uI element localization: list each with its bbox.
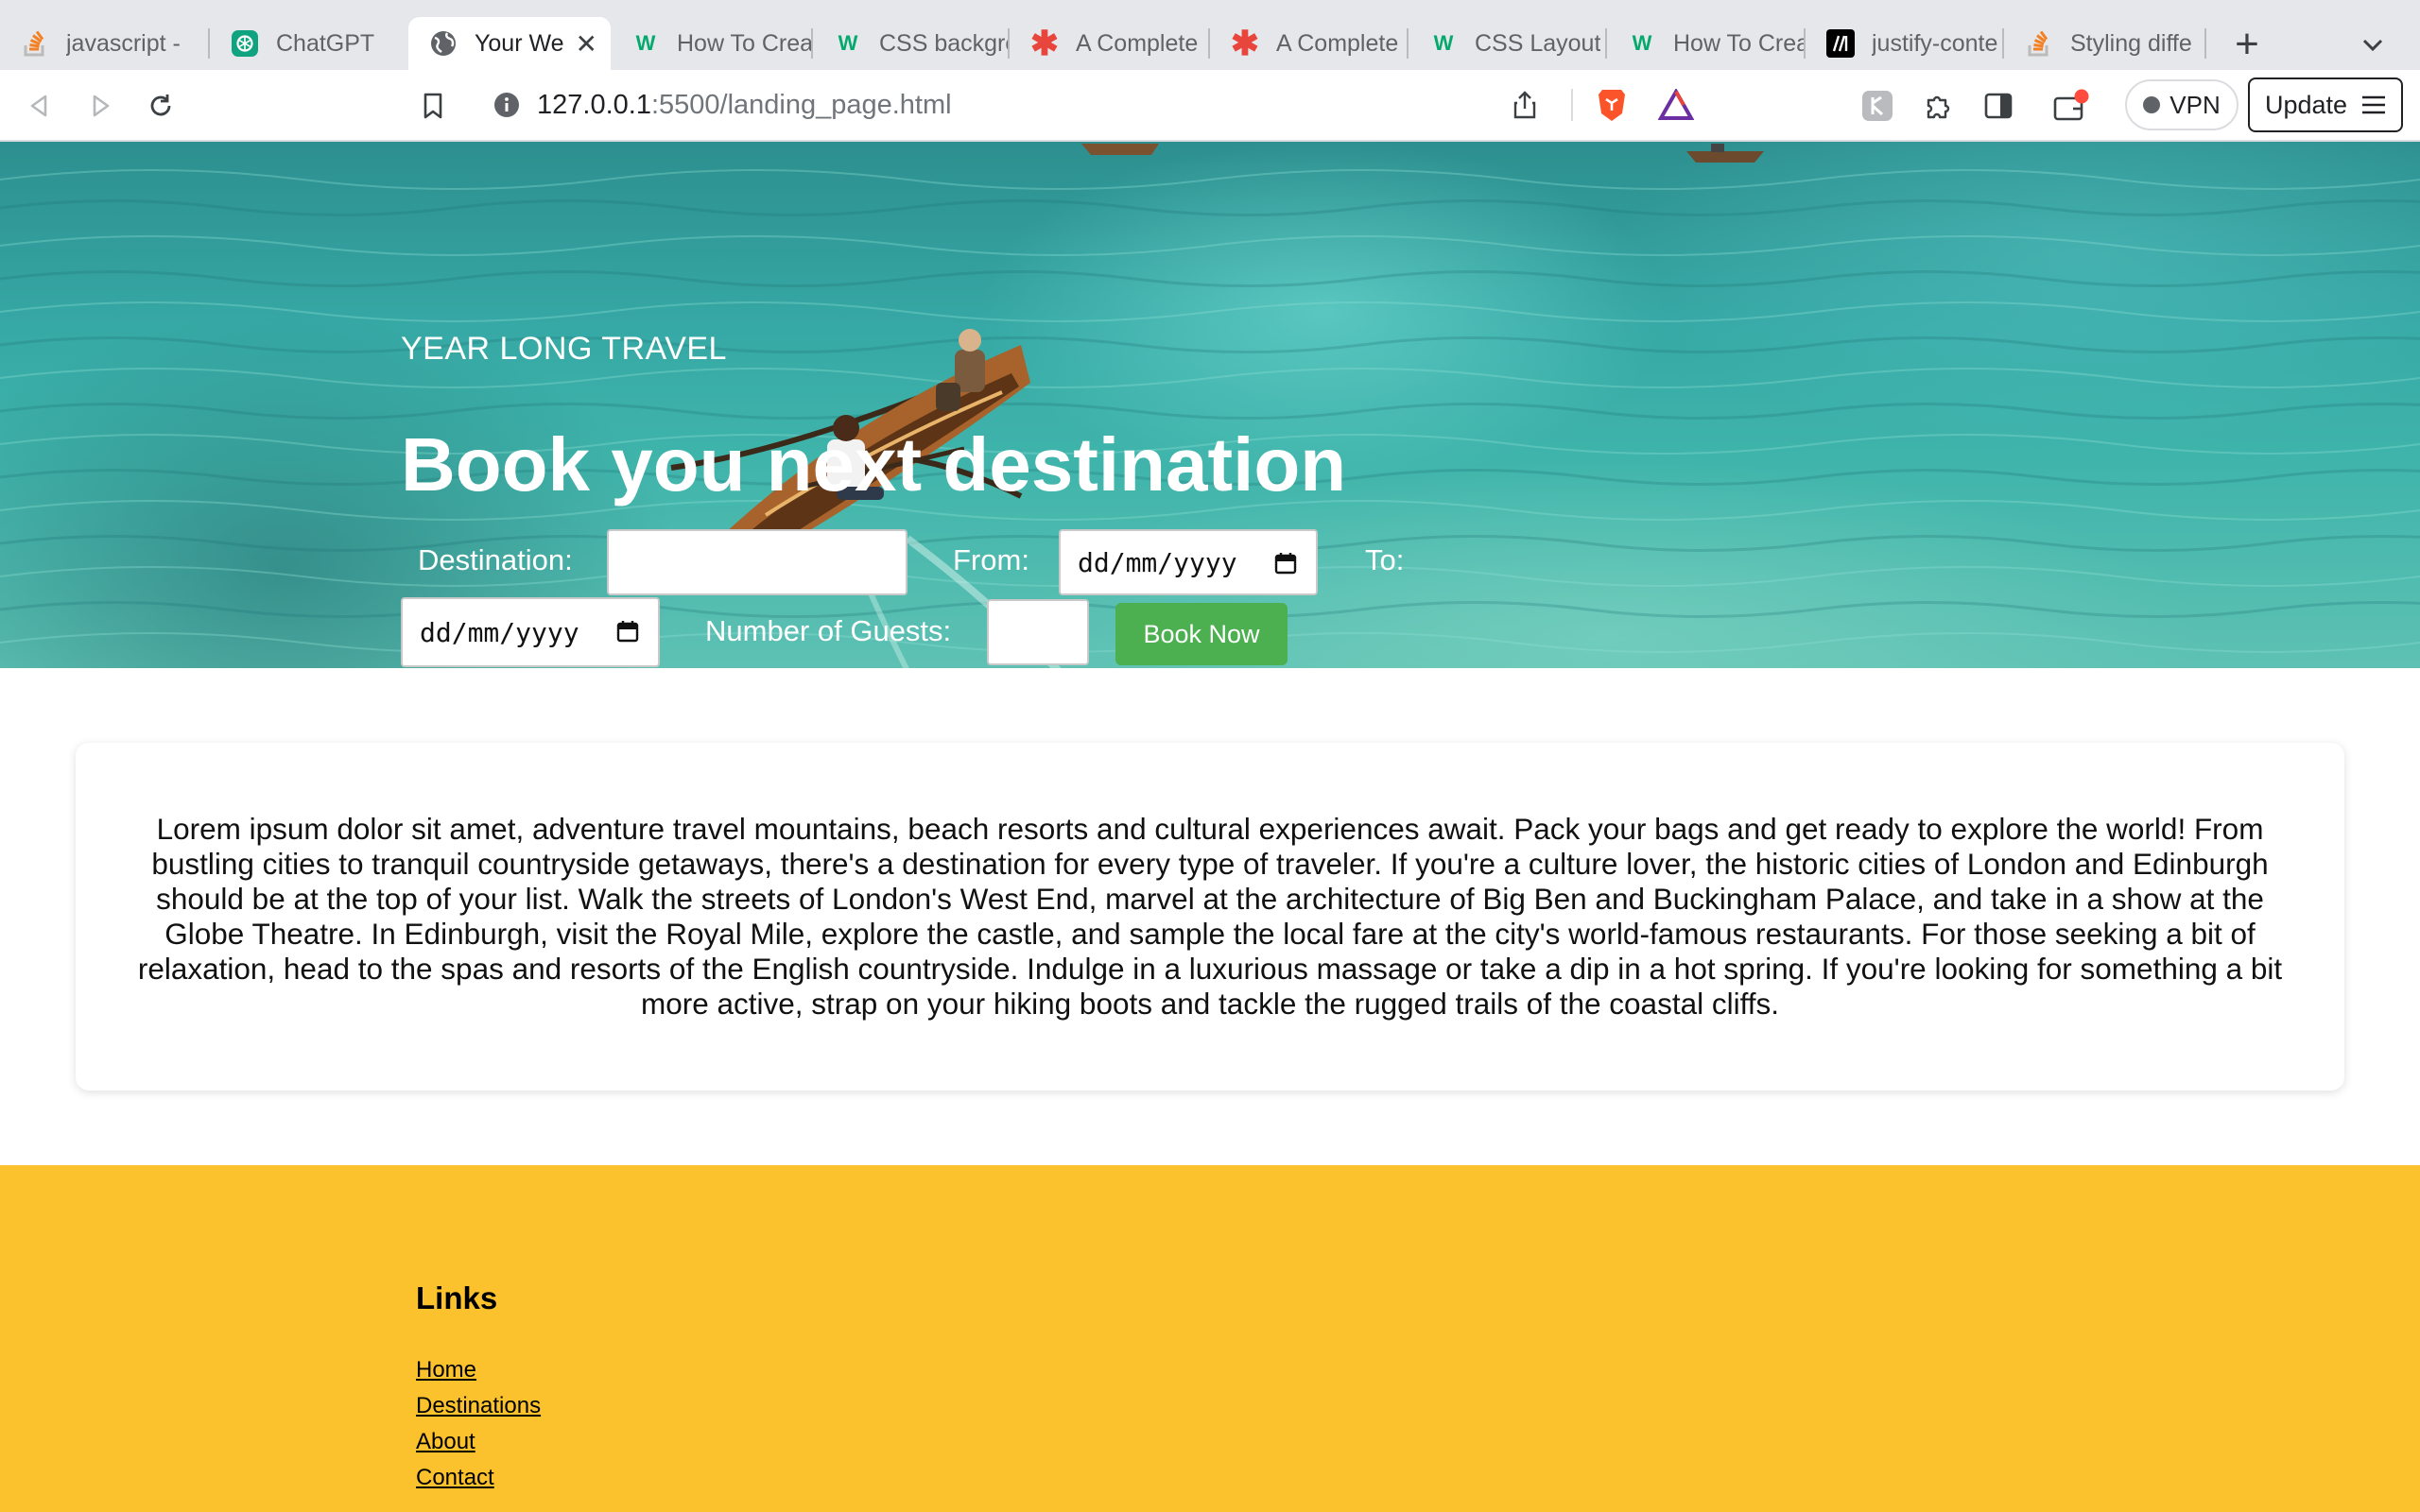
reload-icon[interactable] [138, 83, 183, 129]
tab-title: Styling diffe [2070, 29, 2192, 57]
tab-css-background[interactable]: W CSS backgro [813, 17, 1008, 70]
brave-shields-icon[interactable] [1596, 87, 1628, 123]
guests-input[interactable] [987, 599, 1089, 665]
tab-title: CSS backgro [879, 29, 1008, 57]
csstricks-icon: ✱ [1029, 24, 1060, 62]
to-date-placeholder: dd/mm/yyyy [420, 616, 579, 648]
wallet-icon[interactable] [2049, 83, 2095, 129]
tab-title: A Complete [1276, 29, 1399, 57]
to-date-input[interactable]: dd/mm/yyyy [401, 597, 660, 667]
w3schools-icon: W [838, 31, 858, 55]
update-label: Update [2265, 90, 2348, 119]
globe-icon [429, 29, 458, 58]
tab-how-to-create-2[interactable]: W How To Crea [1607, 17, 1804, 70]
stackoverflow-icon [2025, 29, 2053, 58]
tab-your-website[interactable]: Your We ✕ [408, 17, 611, 70]
tab-title: justify-conte [1872, 29, 1998, 57]
footer-links-heading: Links [416, 1280, 498, 1315]
new-tab-button[interactable]: + [2223, 21, 2271, 68]
tab-title: How To Crea [1673, 29, 1804, 57]
hamburger-menu-icon [2360, 94, 2387, 115]
tab-title: javascript - [66, 29, 181, 57]
tab-title: How To Crea [677, 29, 811, 57]
distant-boat-image [1081, 144, 1159, 155]
brave-rewards-icon[interactable] [1658, 89, 1694, 121]
update-menu-button[interactable]: Update [2248, 77, 2403, 132]
csstricks-icon: ✱ [1230, 24, 1260, 62]
from-label: From: [953, 543, 1029, 576]
intro-paragraph: Lorem ipsum dolor sit amet, adventure tr… [137, 812, 2283, 1021]
from-date-input[interactable]: dd/mm/yyyy [1059, 529, 1318, 595]
tab-title: A Complete [1076, 29, 1199, 57]
chevron-down-icon[interactable] [2352, 25, 2394, 66]
from-date-placeholder: dd/mm/yyyy [1078, 546, 1237, 578]
address-bar[interactable]: 127.0.0.1:5500/landing_page.html [473, 77, 1711, 132]
destination-input[interactable] [607, 529, 908, 595]
w3schools-icon: W [1433, 31, 1454, 55]
destination-label: Destination: [418, 543, 573, 576]
tab-justify-content[interactable]: justify-conte [1806, 17, 2002, 70]
close-tab-icon[interactable]: ✕ [576, 28, 597, 60]
footer-link-home[interactable]: Home [416, 1357, 476, 1383]
bookmark-icon[interactable] [410, 83, 456, 129]
extension-badge-icon[interactable] [1855, 83, 1900, 129]
vpn-button[interactable]: VPN [2125, 79, 2238, 130]
to-label: To: [1365, 543, 1405, 576]
share-icon[interactable] [1512, 91, 1537, 119]
footer-link-about[interactable]: About [416, 1429, 475, 1455]
browser-toolbar: 127.0.0.1:5500/landing_page.html VPN Upd… [0, 70, 2420, 142]
guests-label: Number of Guests: [705, 614, 952, 647]
tab-a-complete-1[interactable]: ✱ A Complete [1010, 17, 1208, 70]
back-icon[interactable] [17, 83, 62, 129]
tab-title: Your We [475, 29, 564, 57]
book-now-button[interactable]: Book Now [1115, 603, 1288, 665]
url-path: :5500/landing_page.html [650, 89, 952, 120]
info-icon[interactable] [493, 92, 520, 118]
tab-title: ChatGPT [276, 29, 375, 57]
tab-javascript[interactable]: javascript - [0, 17, 208, 70]
tab-styling-different[interactable]: Styling diffe [2004, 17, 2204, 70]
tab-chatgpt[interactable]: ChatGPT [210, 17, 408, 70]
tab-css-layout[interactable]: W CSS Layout [1409, 17, 1605, 70]
footer-link-contact[interactable]: Contact [416, 1465, 494, 1491]
extensions-icon[interactable] [1915, 83, 1961, 129]
distant-boat-image [1686, 144, 1764, 163]
sidebar-toggle-icon[interactable] [1976, 83, 2021, 129]
footer: Links Home Destinations About Contact [0, 1165, 2420, 1512]
vpn-status-icon [2143, 96, 2161, 113]
tab-a-complete-2[interactable]: ✱ A Complete [1210, 17, 1407, 70]
w3schools-icon: W [1632, 31, 1652, 55]
chatgpt-icon [231, 29, 259, 58]
mdn-icon [1826, 29, 1855, 58]
vpn-label: VPN [2169, 90, 2221, 119]
hero-section: YEAR LONG TRAVEL Book you next destinati… [0, 142, 2420, 668]
tab-title: CSS Layout [1475, 29, 1601, 57]
intro-card: Lorem ipsum dolor sit amet, adventure tr… [76, 743, 2344, 1091]
forward-icon[interactable] [78, 83, 123, 129]
calendar-icon[interactable] [616, 620, 639, 643]
stackoverflow-icon [21, 29, 49, 58]
tab-how-to-create-1[interactable]: W How To Crea [611, 17, 811, 70]
footer-link-destinations[interactable]: Destinations [416, 1393, 541, 1419]
w3schools-icon: W [635, 31, 656, 55]
calendar-icon[interactable] [1274, 552, 1297, 575]
hero-title: Book you next destination [401, 422, 1347, 507]
hero-tagline: YEAR LONG TRAVEL [401, 331, 727, 367]
url-host: 127.0.0.1 [537, 89, 651, 120]
tab-bar: javascript - ChatGPT Your We ✕ W How To … [0, 0, 2420, 70]
